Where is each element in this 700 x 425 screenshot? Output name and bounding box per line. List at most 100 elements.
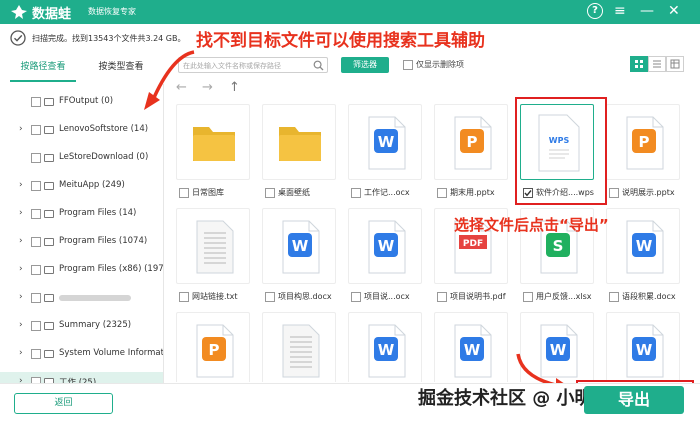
folder-icon — [44, 266, 54, 274]
file-thumbnail[interactable]: W — [348, 208, 422, 284]
file-checkbox[interactable] — [609, 188, 619, 198]
file-thumbnail[interactable]: W — [606, 208, 680, 284]
back-button[interactable]: 返回 — [14, 393, 113, 414]
file-checkbox[interactable] — [179, 188, 189, 198]
file-item[interactable] — [256, 306, 342, 382]
file-item[interactable]: P 说明展示.pptx — [600, 98, 686, 198]
tree-item[interactable]: › LenovoSoftstore (14) — [0, 120, 163, 140]
file-item[interactable]: W — [342, 306, 428, 382]
folder-icon — [44, 126, 54, 134]
search-input[interactable] — [183, 60, 311, 71]
chevron-right-icon[interactable]: › — [19, 236, 23, 246]
folder-icon — [44, 98, 54, 106]
tree-item[interactable]: › Program Files (1074) — [0, 232, 163, 252]
file-checkbox[interactable] — [351, 292, 361, 302]
folder-icon — [44, 294, 54, 302]
chevron-right-icon[interactable]: › — [19, 180, 23, 190]
folder-icon — [44, 350, 54, 358]
svg-text:PDF: PDF — [463, 239, 483, 249]
chevron-right-icon[interactable]: › — [19, 320, 23, 330]
show-deleted-checkbox[interactable] — [403, 60, 413, 70]
file-checkbox[interactable] — [265, 188, 275, 198]
tree-item-label: Summary (2325) — [59, 320, 132, 330]
tree-item[interactable]: › System Volume Informati — [0, 344, 163, 364]
svg-text:W: W — [378, 341, 395, 359]
chevron-right-icon[interactable]: › — [19, 348, 23, 358]
file-checkbox[interactable] — [437, 188, 447, 198]
file-thumbnail[interactable]: W — [434, 312, 508, 382]
tree-item-checkbox[interactable] — [31, 265, 41, 275]
file-thumbnail[interactable] — [262, 104, 336, 180]
tree-item[interactable]: › Program Files (x86) (1976 — [0, 260, 163, 280]
file-thumbnail[interactable]: P — [176, 312, 250, 382]
chevron-right-icon[interactable]: › — [19, 264, 23, 274]
file-checkbox[interactable] — [179, 292, 189, 302]
ppt-icon: P — [177, 313, 251, 382]
detail-view-button[interactable] — [666, 56, 684, 72]
chevron-right-icon[interactable]: › — [19, 292, 23, 302]
tree-item[interactable]: › Program Files (14) — [0, 204, 163, 224]
folder-tree: FFOutput (0) › LenovoSoftstore (14) LeStore… — [0, 84, 164, 384]
export-button[interactable]: 导出 — [584, 386, 684, 414]
tree-item-checkbox[interactable] — [31, 321, 41, 331]
file-thumbnail[interactable]: P — [606, 104, 680, 180]
file-item[interactable]: W 项目说...ocx — [342, 202, 428, 302]
tree-item-label: LenovoSoftstore (14) — [59, 124, 149, 134]
file-item[interactable]: W 工作记...ocx — [342, 98, 428, 198]
file-item[interactable]: P — [170, 306, 256, 382]
file-checkbox[interactable] — [523, 292, 533, 302]
file-thumbnail[interactable]: W — [348, 312, 422, 382]
file-name: 说明展示.pptx — [622, 188, 675, 197]
file-item[interactable]: W — [600, 306, 686, 382]
close-button[interactable]: ✕ — [668, 2, 680, 20]
file-name: 日常图库 — [192, 188, 224, 197]
svg-text:P: P — [209, 341, 220, 359]
chevron-right-icon[interactable]: › — [19, 124, 23, 134]
file-checkbox[interactable] — [265, 292, 275, 302]
file-checkbox[interactable] — [351, 188, 361, 198]
tree-item-checkbox[interactable] — [31, 237, 41, 247]
minimize-button[interactable]: — — [640, 2, 654, 20]
folder-icon — [44, 210, 54, 218]
file-thumbnail[interactable]: P — [434, 104, 508, 180]
tree-item-checkbox[interactable] — [31, 181, 41, 191]
help-button[interactable]: ? — [587, 3, 603, 19]
file-thumbnail[interactable]: W — [606, 312, 680, 382]
file-checkbox[interactable] — [437, 292, 447, 302]
file-item[interactable]: W — [428, 306, 514, 382]
tree-item-checkbox[interactable] — [31, 349, 41, 359]
svg-text:W: W — [636, 237, 653, 255]
highlight-selected-file — [515, 97, 607, 205]
file-thumbnail[interactable] — [176, 208, 250, 284]
tab-by-path[interactable]: 按路径查看 — [10, 56, 76, 82]
file-name: 期末用.pptx — [450, 188, 495, 197]
search-icon[interactable] — [313, 60, 324, 71]
tree-item[interactable]: LeStoreDownload (0) — [0, 148, 163, 168]
tree-item-checkbox[interactable] — [31, 209, 41, 219]
filter-button[interactable]: 筛选器 — [341, 57, 389, 73]
tree-item-checkbox[interactable] — [31, 97, 41, 107]
file-checkbox[interactable] — [609, 292, 619, 302]
file-item[interactable]: P 期末用.pptx — [428, 98, 514, 198]
detail-view-icon — [670, 59, 680, 69]
file-name: 桌面壁纸 — [278, 188, 310, 197]
tree-item[interactable]: › MeituApp (249) — [0, 176, 163, 196]
list-view-button[interactable] — [648, 56, 666, 72]
tree-item[interactable]: › — [0, 288, 163, 308]
file-thumbnail[interactable] — [262, 312, 336, 382]
file-thumbnail[interactable]: W — [262, 208, 336, 284]
chevron-right-icon[interactable]: › — [19, 208, 23, 218]
file-item[interactable]: 网站链接.txt — [170, 202, 256, 302]
file-item[interactable]: W 项目构思.docx — [256, 202, 342, 302]
file-item[interactable]: 桌面壁纸 — [256, 98, 342, 198]
file-item[interactable]: W 语段积累.docx — [600, 202, 686, 302]
svg-text:W: W — [464, 341, 481, 359]
blurred-label — [59, 295, 131, 301]
file-thumbnail[interactable]: W — [348, 104, 422, 180]
tree-item-checkbox[interactable] — [31, 125, 41, 135]
tree-item-checkbox[interactable] — [31, 293, 41, 303]
tree-item-checkbox[interactable] — [31, 153, 41, 163]
menu-button[interactable]: ≡ — [614, 2, 626, 20]
tree-item[interactable]: › Summary (2325) — [0, 316, 163, 336]
grid-view-button[interactable] — [630, 56, 648, 72]
